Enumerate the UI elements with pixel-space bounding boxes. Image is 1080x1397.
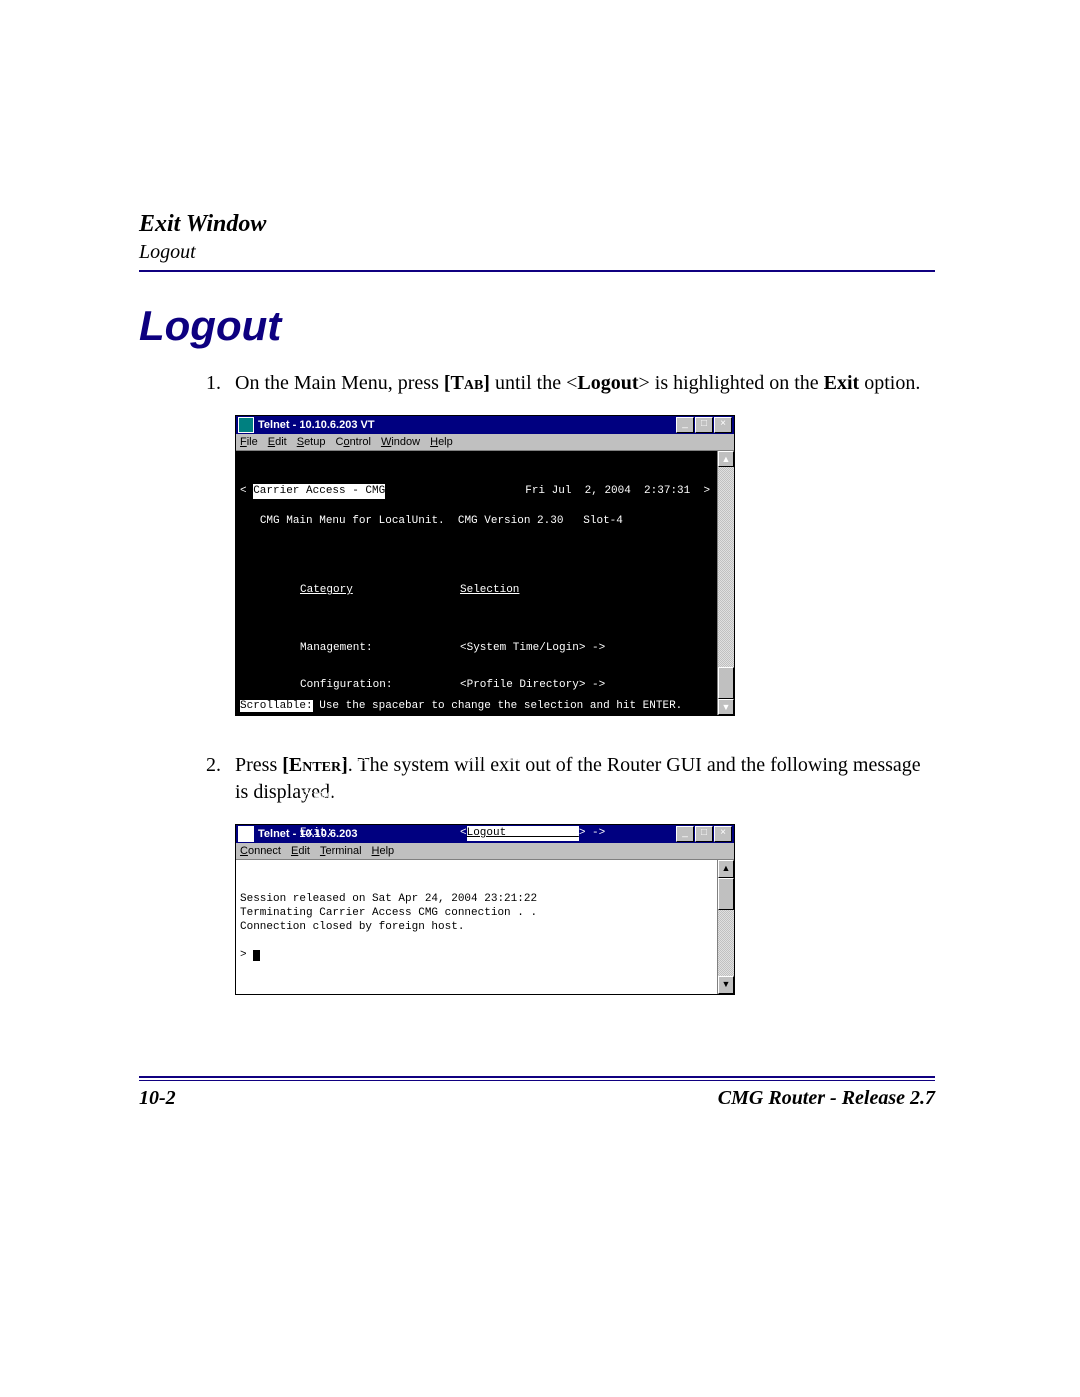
scroll-up-icon[interactable]: ▲ <box>718 860 734 878</box>
terminal-1-screenshot: Telnet - 10.10.6.203 VT _ □ × File Edit … <box>235 415 935 716</box>
col-header-selection: Selection <box>460 583 630 598</box>
closed-line: Connection closed by foreign host. <box>240 921 464 933</box>
maximize-button[interactable]: □ <box>695 417 713 433</box>
header-rule <box>139 270 935 272</box>
terminal-1-scrollbar[interactable]: ▲ ▼ <box>717 451 734 715</box>
scroll-thumb[interactable] <box>718 878 734 910</box>
minimize-button[interactable]: _ <box>676 417 694 433</box>
step-1: 1. On the Main Menu, press [Tab] until t… <box>139 370 935 397</box>
terminal-datetime: Fri Jul 2, 2004 2:37:31 <box>525 485 690 497</box>
terminal-2-scrollbar[interactable]: ▲ ▼ <box>717 860 734 994</box>
menu-row-exit[interactable]: Exit:<Logout > -> <box>300 826 734 841</box>
header-title: Exit Window <box>139 210 935 238</box>
menu-control[interactable]: Control <box>335 436 370 448</box>
prompt: > <box>240 949 253 961</box>
product-name: CMG Router - Release 2.7 <box>718 1087 935 1110</box>
close-button[interactable]: × <box>714 417 732 433</box>
scroll-down-icon[interactable]: ▼ <box>718 976 734 994</box>
session-released-line: Session released on Sat Apr 24, 2004 23:… <box>240 893 537 905</box>
page-number: 10-2 <box>139 1087 176 1110</box>
scroll-down-icon[interactable]: ▼ <box>718 699 734 715</box>
menu-file[interactable]: File <box>240 436 258 448</box>
cursor-icon <box>253 950 260 961</box>
footer-rule-1 <box>139 1076 935 1078</box>
logout-highlight: Logout <box>467 826 579 841</box>
menu-help[interactable]: Help <box>430 436 453 448</box>
menu-row-system-reports[interactable]: System Reports:<Events > -> <box>300 789 734 804</box>
terminating-line: Terminating Carrier Access CMG connectio… <box>240 907 544 919</box>
terminal-1-menubar: File Edit Setup Control Window Help <box>236 434 734 451</box>
telnet-icon <box>238 417 254 433</box>
step-1-text: On the Main Menu, press [Tab] until the … <box>235 370 935 397</box>
footer-rule-2 <box>139 1080 935 1081</box>
menu-setup[interactable]: Setup <box>297 436 326 448</box>
scroll-up-icon[interactable]: ▲ <box>718 451 734 467</box>
terminal-1-titlebar[interactable]: Telnet - 10.10.6.203 VT _ □ × <box>236 416 734 434</box>
terminal-1-title: Telnet - 10.10.6.203 VT <box>258 419 675 431</box>
page-footer: 10-2 CMG Router - Release 2.7 <box>139 1076 935 1110</box>
scroll-hint: Scrollable: Use the spacebar to change t… <box>240 699 682 714</box>
header-subtitle: Logout <box>139 240 935 264</box>
menu-row-management[interactable]: Management:<System Time/Login> -> <box>300 641 734 656</box>
menu-window[interactable]: Window <box>381 436 420 448</box>
menu-row-verification[interactable]: Verification:<Ping Utility > -> <box>300 715 734 730</box>
main-menu-title: CMG Main Menu for LocalUnit. CMG Version… <box>260 515 623 527</box>
carrier-banner: Carrier Access - CMG <box>253 484 385 499</box>
step-1-number: 1. <box>139 370 235 397</box>
menu-row-configuration[interactable]: Configuration:<Profile Directory> -> <box>300 678 734 693</box>
step-2-number: 2. <box>139 752 235 806</box>
menu-row-statistics[interactable]: Statistics:<Run-time > -> <box>300 752 734 767</box>
col-header-category: Category <box>300 583 460 598</box>
scroll-thumb[interactable] <box>718 667 734 699</box>
page-heading: Logout <box>139 302 935 350</box>
menu-edit[interactable]: Edit <box>268 436 287 448</box>
